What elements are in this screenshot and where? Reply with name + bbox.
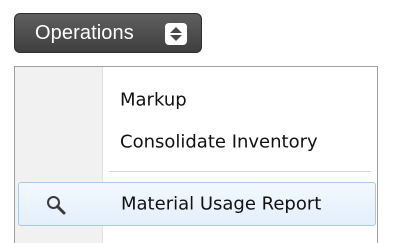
magnifier-icon — [45, 194, 67, 216]
menu-item-markup[interactable]: Markup — [15, 80, 377, 120]
menu-item-label: Consolidate Inventory — [120, 131, 318, 153]
operations-dropdown-button[interactable]: Operations — [14, 13, 202, 53]
up-down-spinner-icon — [165, 23, 187, 45]
menu-item-material-usage-report[interactable]: Material Usage Report — [18, 182, 376, 226]
menu-item-label: Material Usage Report — [121, 193, 322, 215]
operations-button-label: Operations — [35, 21, 134, 44]
operations-menu: Markup Consolidate Inventory Material Us… — [14, 66, 378, 243]
menu-item-consolidate-inventory[interactable]: Consolidate Inventory — [15, 122, 377, 162]
menu-item-label: Markup — [120, 89, 187, 111]
menu-separator — [109, 171, 371, 173]
